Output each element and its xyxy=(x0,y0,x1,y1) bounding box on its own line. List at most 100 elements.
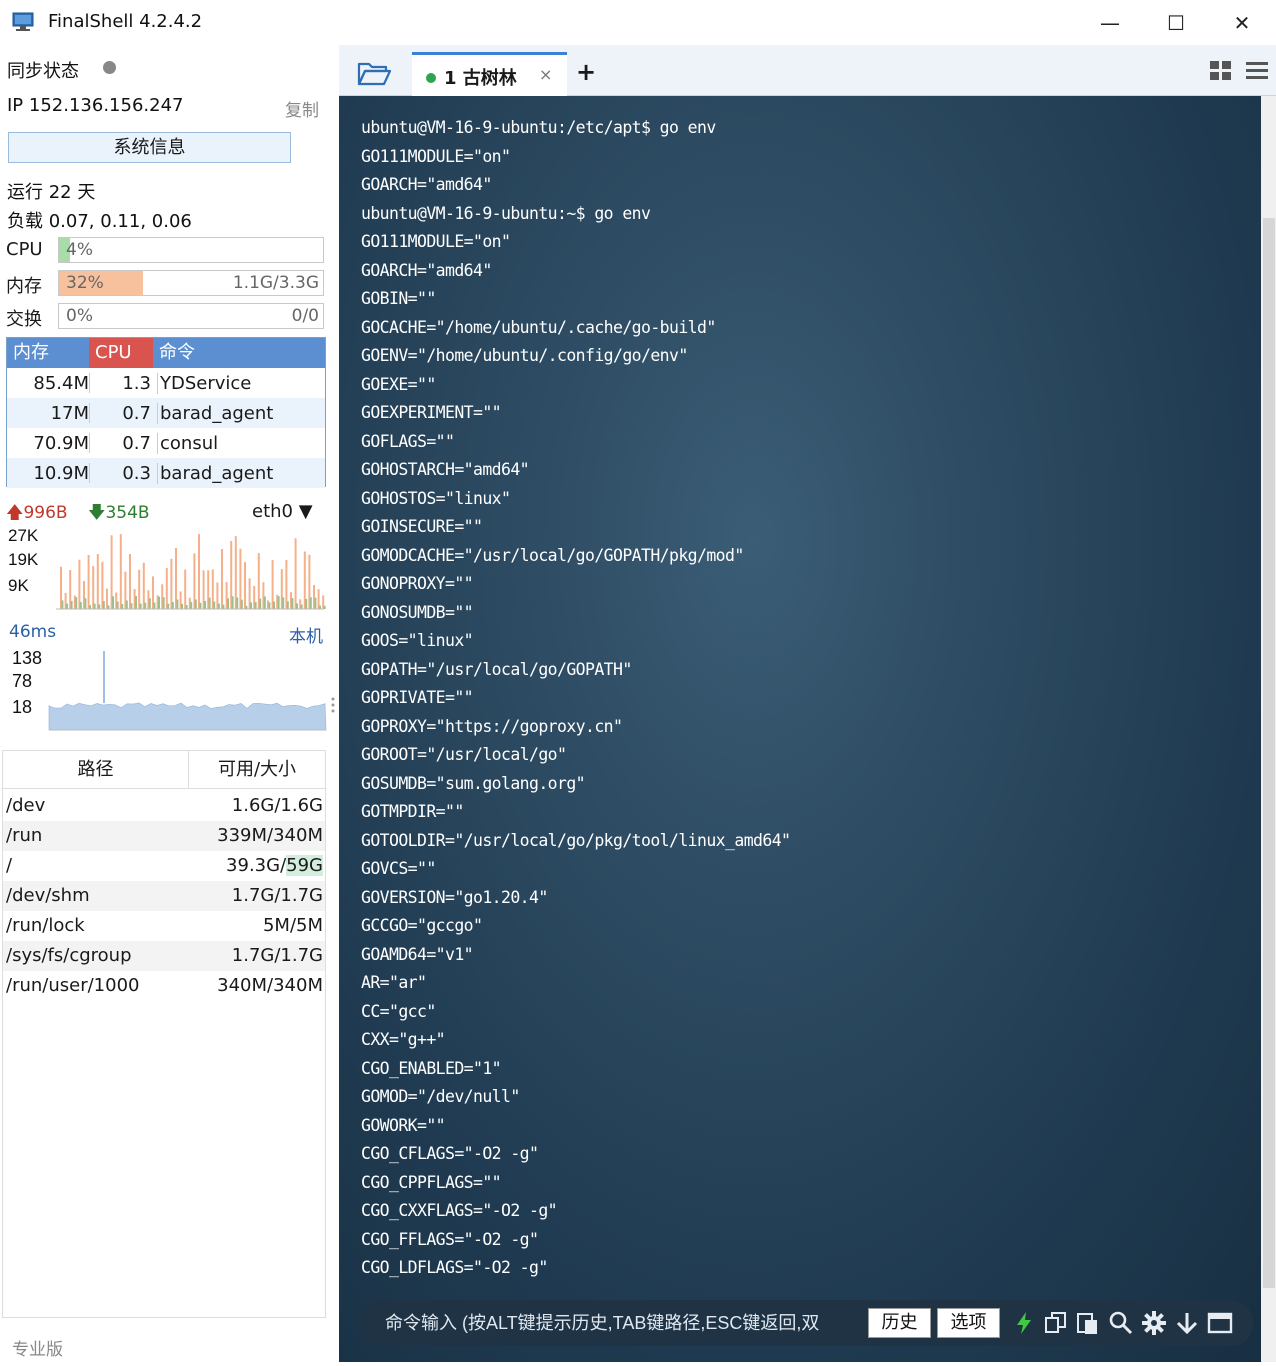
history-button[interactable]: 历史 xyxy=(868,1308,931,1338)
net-download-bar xyxy=(254,602,257,609)
process-command: barad_agent xyxy=(157,403,273,424)
net-download-bar xyxy=(144,602,147,609)
latency-host-select[interactable]: 本机 xyxy=(289,622,323,647)
net-download-bar xyxy=(213,601,216,609)
terminal-scrollbar-thumb[interactable] xyxy=(1263,218,1275,1288)
disk-row[interactable]: /dev/shm 1.7G/1.7G xyxy=(3,881,325,911)
net-tick-label: 9K xyxy=(8,576,29,595)
disk-row[interactable]: /run/user/1000 340M/340M xyxy=(3,971,325,1001)
process-row[interactable]: 70.9M 0.7 consul xyxy=(7,428,325,458)
terminal-line: GOARCH="amd64" xyxy=(361,260,492,280)
tab-session-1[interactable]: 1 古树林 × xyxy=(412,52,567,96)
net-download-bar xyxy=(194,599,197,609)
uptime-text: 运行 22 天 xyxy=(7,182,96,203)
process-table: 内存 CPU 命令 85.4M 1.3 YDService 17M 0.7 ba… xyxy=(6,337,326,488)
net-download-bar xyxy=(135,596,137,609)
terminal-line: GOPRIVATE="" xyxy=(361,688,474,707)
net-upload-bar xyxy=(170,558,173,609)
network-interface-value: eth0 xyxy=(252,501,293,522)
process-header-cpu[interactable]: CPU xyxy=(89,338,153,368)
system-info-button[interactable]: 系统信息 xyxy=(8,132,291,163)
disk-size-total: 59G xyxy=(286,855,323,876)
download-icon[interactable] xyxy=(1174,1310,1200,1336)
process-row[interactable]: 10.9M 0.3 barad_agent xyxy=(7,458,325,488)
net-download-bar xyxy=(217,603,220,609)
terminal-line: GOROOT="/usr/local/go" xyxy=(361,745,567,764)
terminal-line: CGO_CXXFLAGS="-O2 -g" xyxy=(361,1201,558,1220)
disk-row[interactable]: /dev 1.6G/1.6G xyxy=(3,791,325,821)
lightning-icon[interactable] xyxy=(1011,1310,1037,1336)
memory-meter-percent: 32% xyxy=(66,273,104,293)
process-command: consul xyxy=(157,433,218,454)
menu-icon[interactable] xyxy=(1245,60,1269,82)
disk-path: /sys/fs/cgroup xyxy=(6,945,132,966)
terminal-line: CGO_ENABLED="1" xyxy=(361,1058,502,1078)
disk-row[interactable]: /run/lock 5M/5M xyxy=(3,911,325,941)
folder-icon[interactable] xyxy=(356,58,392,88)
paste-icon[interactable] xyxy=(1075,1310,1101,1336)
net-download-bar xyxy=(319,605,321,609)
disk-path: /run/lock xyxy=(6,915,85,936)
command-bar: 历史 选项 xyxy=(361,1300,1253,1346)
maximize-button[interactable]: ☐ xyxy=(1153,6,1199,40)
disk-size: 340M/340M xyxy=(217,975,323,996)
gear-icon[interactable] xyxy=(1141,1310,1167,1336)
disk-header-path[interactable]: 路径 xyxy=(3,751,189,789)
network-interface-select[interactable]: eth0 ▼ xyxy=(252,501,313,522)
close-button[interactable]: ✕ xyxy=(1219,6,1265,40)
disk-row[interactable]: / 39.3G/59G xyxy=(3,851,325,881)
terminal-line: ubuntu@VM-16-9-ubuntu:/etc/apt$ go env xyxy=(361,118,716,137)
net-download-bar xyxy=(171,602,174,609)
latency-chart: 138 78 18 xyxy=(12,648,335,731)
copy-ip-button[interactable]: 复制 xyxy=(285,96,319,121)
disk-row[interactable]: /run 339M/340M xyxy=(3,821,325,851)
options-button[interactable]: 选项 xyxy=(937,1308,1000,1338)
terminal-line: CGO_LDFLAGS="-O2 -g" xyxy=(361,1258,548,1277)
tab-close-icon[interactable]: × xyxy=(539,65,552,84)
minimize-button[interactable]: — xyxy=(1087,6,1133,40)
net-download-bar xyxy=(236,597,239,609)
terminal-line: CGO_CPPFLAGS="" xyxy=(361,1172,502,1192)
net-download-bar xyxy=(273,601,275,609)
window-icon[interactable] xyxy=(1207,1310,1233,1336)
disk-size: 1.7G/1.7G xyxy=(231,945,323,966)
terminal-line: GOAMD64="v1" xyxy=(361,944,474,964)
net-tick-label: 19K xyxy=(8,550,39,569)
process-header-memory[interactable]: 内存 xyxy=(7,338,89,368)
net-download-bar xyxy=(199,602,202,609)
process-cpu: 0.7 xyxy=(89,403,151,424)
disk-row[interactable]: /sys/fs/cgroup 1.7G/1.7G xyxy=(3,941,325,971)
disk-table-header: 路径 可用/大小 xyxy=(3,751,325,789)
net-download-bar xyxy=(309,597,312,609)
net-download-bar xyxy=(291,598,294,609)
net-upload-bar xyxy=(221,549,223,609)
grid-layout-icon[interactable] xyxy=(1209,60,1233,82)
net-download-bar xyxy=(263,596,266,609)
copy-icon[interactable] xyxy=(1043,1310,1069,1336)
disk-size: 39.3G/59G xyxy=(226,855,323,876)
net-upload-bar xyxy=(142,562,145,609)
drag-handle-icon[interactable] xyxy=(331,697,335,713)
process-table-header: 内存 CPU 命令 xyxy=(7,338,325,368)
process-cpu: 1.3 xyxy=(89,373,151,394)
process-row[interactable]: 17M 0.7 barad_agent xyxy=(7,398,325,428)
process-header-command[interactable]: 命令 xyxy=(153,338,325,368)
sync-status-label: 同步状态 xyxy=(7,61,79,82)
net-download-bar xyxy=(282,597,285,609)
terminal-output[interactable]: ubuntu@VM-16-9-ubuntu:/etc/apt$ go env GO… xyxy=(339,96,1261,1362)
latency-tick-label: 138 xyxy=(12,648,42,668)
terminal-line: GCCGO="gccgo" xyxy=(361,916,483,935)
disk-header-size[interactable]: 可用/大小 xyxy=(189,751,325,789)
net-download-bar xyxy=(66,603,68,609)
net-download-bar xyxy=(296,603,298,609)
network-bars xyxy=(60,534,326,609)
net-upload-value: 996B xyxy=(23,503,68,523)
net-download-bar xyxy=(125,600,128,609)
command-input[interactable] xyxy=(385,1310,863,1336)
add-tab-button[interactable]: + xyxy=(576,58,596,86)
search-icon[interactable] xyxy=(1108,1310,1134,1336)
net-download-bar xyxy=(61,600,64,609)
net-download-bar xyxy=(190,601,193,609)
process-row[interactable]: 85.4M 1.3 YDService xyxy=(7,368,325,398)
net-download-bar xyxy=(314,597,317,609)
